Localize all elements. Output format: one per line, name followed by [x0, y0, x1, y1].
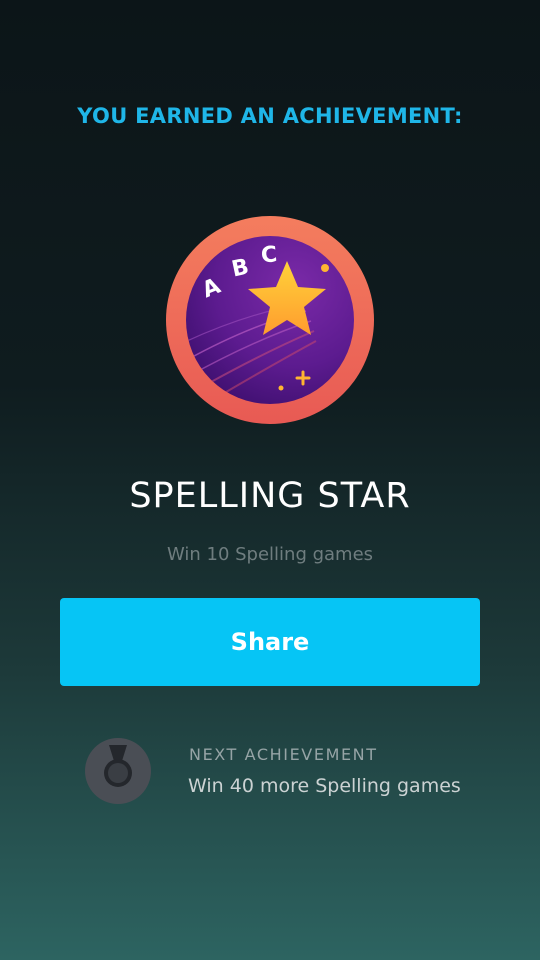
next-achievement-label: NEXT ACHIEVEMENT — [189, 745, 378, 764]
spelling-star-badge-icon: A B C — [166, 216, 374, 424]
achievement-title: SPELLING STAR — [129, 476, 411, 516]
next-achievement: NEXT ACHIEVEMENT Win 40 more Spelling ga… — [84, 737, 504, 807]
achievement-description: Win 10 Spelling games — [166, 544, 374, 565]
next-achievement-description: Win 40 more Spelling games — [188, 775, 461, 797]
medal-icon — [84, 737, 152, 805]
achievement-header: YOU EARNED AN ACHIEVEMENT: — [77, 104, 463, 128]
badge-letter-c: C — [259, 242, 279, 269]
share-button[interactable]: Share — [60, 598, 480, 686]
